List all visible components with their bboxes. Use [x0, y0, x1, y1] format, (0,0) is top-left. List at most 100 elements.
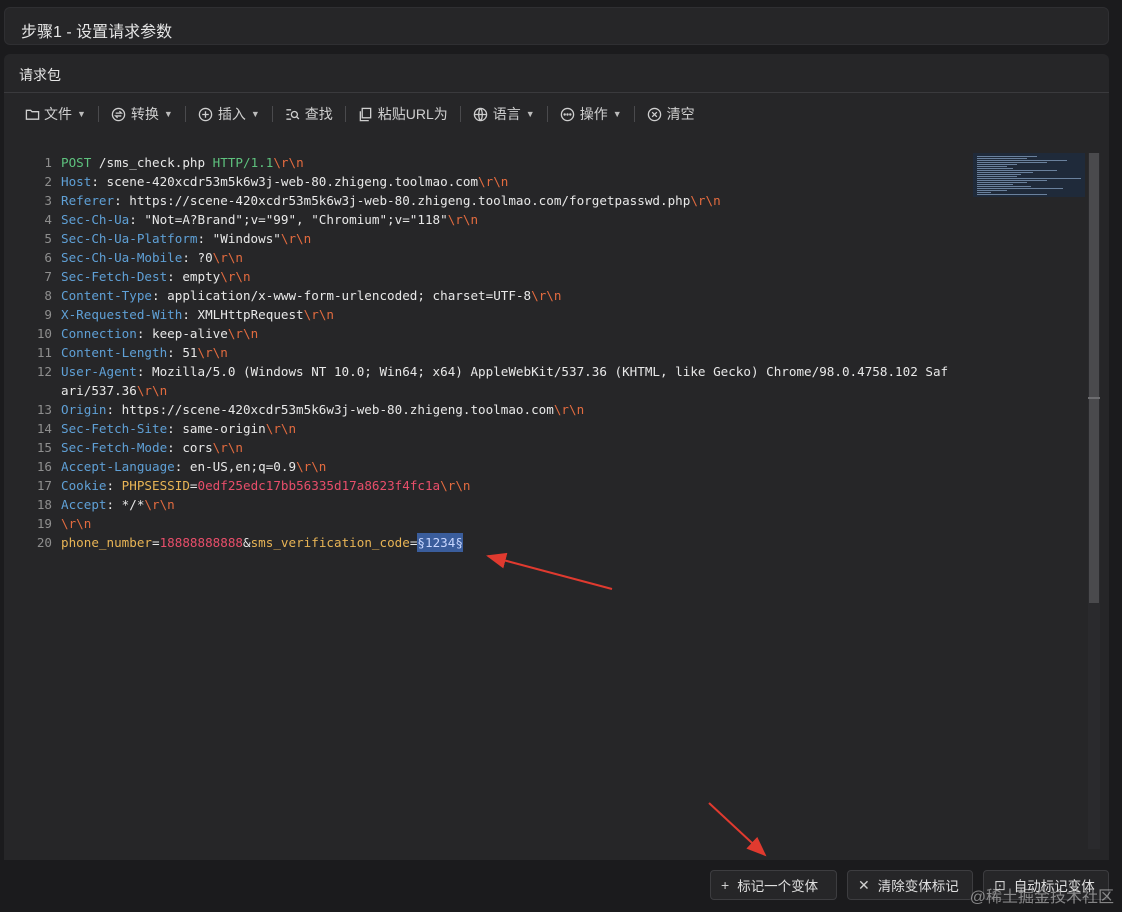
toolbar-convert-menu[interactable]: 转换 ▼: [105, 100, 179, 128]
code-line[interactable]: 12 User-Agent: Mozilla/5.0 (Windows NT 10…: [28, 362, 948, 381]
code-token: : en-US,en;q=0.9: [174, 459, 297, 474]
editor-minimap[interactable]: [973, 153, 1085, 197]
code-token: : XMLHttpRequest: [182, 307, 304, 322]
toolbar-paste-url-button[interactable]: 粘贴URL为: [352, 100, 454, 128]
code-token: X-Requested-With: [61, 307, 183, 322]
toolbar-file-menu[interactable]: 文件 ▼: [18, 100, 92, 128]
line-number: 10: [36, 326, 52, 341]
code-line[interactable]: 2 Host: scene-420xcdr53m5k6w3j-web-80.zhi…: [28, 172, 948, 191]
toolbar-separator: [459, 106, 461, 122]
convert-icon: [111, 106, 127, 122]
toolbar-clear-label: 清空: [666, 106, 695, 122]
minimap-line: [977, 178, 1081, 179]
line-number: 9: [44, 307, 52, 322]
editor-scrollbar[interactable]: [1088, 153, 1100, 849]
line-number: 20: [36, 535, 52, 550]
code-token: Connection: [61, 326, 137, 341]
caret-down-icon: ▼: [163, 109, 173, 119]
code-token: \r\n: [136, 383, 168, 398]
code-line[interactable]: 18 Accept: */* \r\n: [28, 495, 948, 514]
code-token: Sec-Fetch-Mode: [61, 440, 168, 455]
mark-variable-button[interactable]: + 标记一个变体: [710, 870, 837, 900]
code-line[interactable]: 9 X-Requested-With: XMLHttpRequest \r\n: [28, 305, 948, 324]
code-token: \r\n: [303, 307, 334, 322]
globe-icon: [473, 106, 489, 122]
panel-divider: [4, 92, 1109, 93]
code-token: 18888888888: [159, 535, 243, 550]
panel-title: 请求包: [19, 67, 61, 83]
code-line[interactable]: 1 POST /sms_check.php HTTP/1.1 \r\n: [28, 153, 948, 172]
line-number: 14: [36, 421, 52, 436]
code-token: : keep-alive: [136, 326, 228, 341]
code-line[interactable]: 4 Sec-Ch-Ua: "Not=A?Brand";v="99", "Chrom…: [28, 210, 948, 229]
line-number: 13: [36, 402, 52, 417]
toolbar-actions-menu[interactable]: 操作 ▼: [554, 100, 628, 128]
code-token: Cookie: [61, 478, 107, 493]
plus-circle-icon: [198, 106, 214, 122]
code-line[interactable]: 17 Cookie: PHPSESSID = 0edf25edc17bb56335d1…: [28, 476, 948, 495]
caret-down-icon: ▼: [612, 109, 622, 119]
code-token: \r\n: [440, 478, 471, 493]
code-area[interactable]: 1 POST /sms_check.php HTTP/1.1 \r\n 2 Host: …: [28, 153, 948, 552]
code-line[interactable]: 19 \r\n: [28, 514, 948, 533]
line-number: 11: [36, 345, 52, 360]
toolbar-find-label: 查找: [304, 106, 333, 122]
editor-toolbar: 文件 ▼ 转换 ▼ 插入 ▼ 查找 粘贴URL为 语言 ▼ 操作 ▼ 清空: [18, 100, 701, 128]
request-editor[interactable]: 1 POST /sms_check.php HTTP/1.1 \r\n 2 Host: …: [28, 145, 1104, 849]
code-line[interactable]: 6 Sec-Ch-Ua-Mobile: ?0 \r\n: [28, 248, 948, 267]
code-token: : Mozilla/5.0 (Windows NT 10.0; Win64; x…: [136, 364, 949, 379]
line-number: 19: [36, 516, 52, 531]
code-token: : scene-420xcdr53m5k6w3j-web-80.zhigeng.…: [91, 174, 479, 189]
code-line[interactable]: 16 Accept-Language: en-US,en;q=0.9 \r\n: [28, 457, 948, 476]
minimap-line: [977, 170, 1057, 171]
find-icon: [285, 106, 301, 122]
code-token: \r\n: [265, 421, 297, 436]
code-token: :: [106, 478, 122, 493]
code-token: : */*: [106, 497, 145, 512]
code-token: Sec-Ch-Ua-Platform: [61, 231, 198, 246]
code-token: \r\n: [227, 326, 259, 341]
clear-marks-button[interactable]: ✕ 清除变体标记: [847, 870, 973, 900]
code-line[interactable]: 13 Origin: https://scene-420xcdr53m5k6w3j…: [28, 400, 948, 419]
code-token: \r\n: [296, 459, 327, 474]
code-line[interactable]: 3 Referer: https://scene-420xcdr53m5k6w3j…: [28, 191, 948, 210]
code-line[interactable]: 10 Connection: keep-alive \r\n: [28, 324, 948, 343]
minimap-line: [977, 182, 1027, 183]
caret-down-icon: ▼: [250, 109, 260, 119]
minimap-line: [977, 184, 1013, 185]
code-token: ari/537.36: [61, 383, 137, 398]
toolbar-language-menu[interactable]: 语言 ▼: [467, 100, 541, 128]
line-number: 15: [36, 440, 52, 455]
line-number: 7: [44, 269, 52, 284]
toolbar-find-button[interactable]: 查找: [279, 100, 339, 128]
code-token: : cors: [167, 440, 213, 455]
code-line[interactable]: ari/537.36 \r\n: [28, 381, 948, 400]
code-line[interactable]: 20 phone_number = 18888888888 & sms_verificat…: [28, 533, 948, 552]
code-line[interactable]: 8 Content-Type: application/x-www-form-ur…: [28, 286, 948, 305]
code-line[interactable]: 5 Sec-Ch-Ua-Platform: "Windows" \r\n: [28, 229, 948, 248]
code-token: \r\n: [197, 345, 228, 360]
code-line[interactable]: 11 Content-Length: 51 \r\n: [28, 343, 948, 362]
code-token: &: [243, 535, 251, 550]
scrollbar-thumb[interactable]: [1089, 153, 1099, 603]
line-number: 1: [44, 155, 52, 170]
code-token: \r\n: [212, 250, 244, 265]
code-token: : same-origin: [167, 421, 266, 436]
code-token: \r\n: [280, 231, 312, 246]
toolbar-insert-menu[interactable]: 插入 ▼: [192, 100, 266, 128]
code-token: Referer: [61, 193, 115, 208]
toolbar-clear-button[interactable]: 清空: [641, 100, 701, 128]
step-card: 步骤1 - 设置请求参数: [4, 7, 1109, 45]
line-number: [28, 381, 52, 400]
code-token: HTTP/1.1: [212, 155, 274, 170]
code-line[interactable]: 15 Sec-Fetch-Mode: cors \r\n: [28, 438, 948, 457]
minimap-line: [977, 162, 1047, 163]
code-line[interactable]: 14 Sec-Fetch-Site: same-origin \r\n: [28, 419, 948, 438]
toolbar-separator: [271, 106, 273, 122]
minimap-line: [977, 188, 1063, 189]
toolbar-separator: [633, 106, 635, 122]
close-circle-icon: [647, 106, 663, 122]
code-token: : "Not=A?Brand";v="99", "Chromium";v="11…: [129, 212, 448, 227]
code-line[interactable]: 7 Sec-Fetch-Dest: empty \r\n: [28, 267, 948, 286]
watermark: @稀土掘金技术社区: [969, 889, 1114, 906]
